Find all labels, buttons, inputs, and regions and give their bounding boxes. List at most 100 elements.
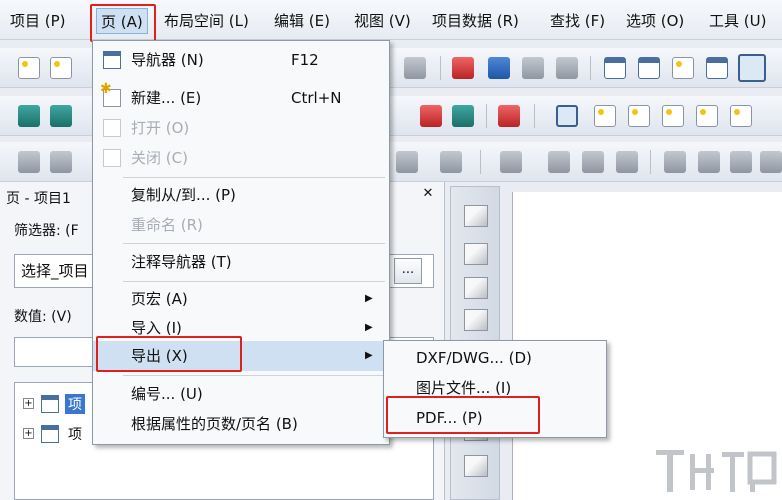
value-label: 数值: (V) xyxy=(14,309,72,325)
cube-icon[interactable] xyxy=(464,205,488,227)
menu-item-label: 打开 (O) xyxy=(131,119,190,137)
submenu-item-label: DXF/DWG... (D) xyxy=(416,349,532,367)
menu-item-shortcut: F12 xyxy=(291,51,319,69)
cube-icon[interactable] xyxy=(464,277,488,299)
menu-view[interactable]: 视图 (V) xyxy=(350,8,415,34)
filter-more-button[interactable]: ... xyxy=(394,258,422,284)
filter-label: 筛选器: (F xyxy=(14,223,79,239)
rotate-icon[interactable] xyxy=(698,151,720,173)
menu-item-label: 注释导航器 (T) xyxy=(131,253,232,271)
table-icon[interactable] xyxy=(706,57,728,79)
project-icon xyxy=(41,425,59,443)
check-icon[interactable] xyxy=(672,57,694,79)
expand-icon[interactable]: + xyxy=(23,398,34,409)
menu-project[interactable]: 项目 (P) xyxy=(6,8,70,34)
page-prev-icon[interactable] xyxy=(696,105,718,127)
submenu-arrow-icon: ▶ xyxy=(365,322,373,333)
redo-all-icon[interactable] xyxy=(556,57,578,79)
menu-item-navigator[interactable]: 导航器 (N) F12 xyxy=(93,45,389,75)
shape-icon[interactable] xyxy=(440,151,462,173)
measure-icon[interactable] xyxy=(396,151,418,173)
toolbar-separator xyxy=(486,104,487,128)
cube-icon[interactable] xyxy=(464,243,488,265)
tree-item-label: 项 xyxy=(68,427,82,443)
menu-tools[interactable]: 工具 (U) xyxy=(705,8,770,34)
toolbar-separator xyxy=(534,104,535,128)
layout-icon[interactable] xyxy=(638,57,660,79)
new-project-icon[interactable] xyxy=(50,57,72,79)
toolbar-separator xyxy=(440,56,441,80)
menu-item-page-macro[interactable]: 页宏 (A) ▶ xyxy=(93,284,389,314)
page-new-icon[interactable] xyxy=(594,105,616,127)
menu-item-page-count-by-property[interactable]: 根据属性的页数/页名 (B) xyxy=(93,409,389,439)
open-icon xyxy=(103,119,121,137)
submenu-arrow-icon: ▶ xyxy=(365,350,373,361)
window-icon[interactable] xyxy=(604,57,626,79)
blocks-icon[interactable] xyxy=(548,151,570,173)
toolbar-separator xyxy=(590,56,591,80)
menu-item-shortcut: Ctrl+N xyxy=(291,89,342,107)
menu-item-label: 根据属性的页数/页名 (B) xyxy=(131,415,298,433)
new-page-icon xyxy=(100,82,121,107)
menu-item-label: 关闭 (C) xyxy=(131,149,188,167)
tree-left-icon[interactable] xyxy=(18,105,40,127)
flag-icon[interactable] xyxy=(420,105,442,127)
tree-item-label: 项 xyxy=(65,394,85,414)
menu-item-numbering[interactable]: 编号... (U) xyxy=(93,379,389,409)
cube-icon[interactable] xyxy=(464,309,488,331)
menu-layout-space[interactable]: 布局空间 (L) xyxy=(160,8,253,34)
page-settings-icon[interactable] xyxy=(662,105,684,127)
toolbar-separator xyxy=(650,150,651,174)
tree-right-icon[interactable] xyxy=(50,105,72,127)
brush-icon[interactable] xyxy=(404,57,426,79)
menu-item-rename[interactable]: 重命名 (R) xyxy=(93,210,389,240)
menu-find[interactable]: 查找 (F) xyxy=(546,8,609,34)
project-icon xyxy=(41,395,59,413)
menu-separator xyxy=(123,243,385,244)
toolbar-separator xyxy=(480,150,481,174)
menu-edit[interactable]: 编辑 (E) xyxy=(270,8,334,34)
menu-separator xyxy=(123,177,385,178)
cube-icon[interactable] xyxy=(464,455,488,477)
menu-item-open[interactable]: 打开 (O) xyxy=(93,113,389,143)
page-copy-icon[interactable] xyxy=(556,105,578,127)
undo-icon[interactable] xyxy=(452,57,474,79)
page-open-icon[interactable] xyxy=(628,105,650,127)
menu-separator xyxy=(123,281,385,282)
undo-all-icon[interactable] xyxy=(488,57,510,79)
menu-options[interactable]: 选项 (O) xyxy=(622,8,688,34)
page-dropdown-menu: 导航器 (N) F12 新建... (E) Ctrl+N 打开 (O) 关闭 (… xyxy=(92,40,390,445)
close-icon[interactable]: ✕ xyxy=(420,186,436,202)
menu-item-label: 复制从/到... (P) xyxy=(131,186,236,204)
menu-item-new[interactable]: 新建... (E) Ctrl+N xyxy=(93,82,389,113)
menu-project-data[interactable]: 项目数据 (R) xyxy=(428,8,523,34)
menu-item-label: 重命名 (R) xyxy=(131,216,203,234)
page-next-icon[interactable] xyxy=(730,105,752,127)
expand-icon[interactable]: + xyxy=(23,428,34,439)
menu-item-copy-from-to[interactable]: 复制从/到... (P) xyxy=(93,180,389,210)
grid-icon[interactable] xyxy=(18,151,40,173)
submenu-arrow-icon: ▶ xyxy=(365,293,373,304)
bar-icon[interactable] xyxy=(582,151,604,173)
navigator-icon xyxy=(103,51,121,69)
more-icon[interactable] xyxy=(760,151,782,173)
list-icon[interactable] xyxy=(50,151,72,173)
menu-item-label: 导航器 (N) xyxy=(131,51,204,69)
submenu-item-dxf-dwg[interactable]: DXF/DWG... (D) xyxy=(384,343,606,373)
device-icon[interactable] xyxy=(616,151,638,173)
menu-item-label: 编号... (U) xyxy=(131,385,203,403)
symbol-icon[interactable] xyxy=(500,151,522,173)
site-logo-watermark xyxy=(656,450,777,492)
redo-icon[interactable] xyxy=(522,57,544,79)
menu-item-label: 新建... (E) xyxy=(131,89,202,107)
menu-item-annotation-navigator[interactable]: 注释导航器 (T) xyxy=(93,247,389,277)
menu-separator xyxy=(123,375,385,376)
highlight-submenu-pdf xyxy=(386,396,540,434)
cross-icon[interactable] xyxy=(730,151,752,173)
menu-item-close[interactable]: 关闭 (C) xyxy=(93,143,389,173)
paste-icon[interactable] xyxy=(664,151,686,173)
new-icon[interactable] xyxy=(18,57,40,79)
flag-delete-icon[interactable] xyxy=(498,105,520,127)
screen-icon[interactable] xyxy=(738,54,766,82)
arrow-right-icon[interactable] xyxy=(452,105,474,127)
